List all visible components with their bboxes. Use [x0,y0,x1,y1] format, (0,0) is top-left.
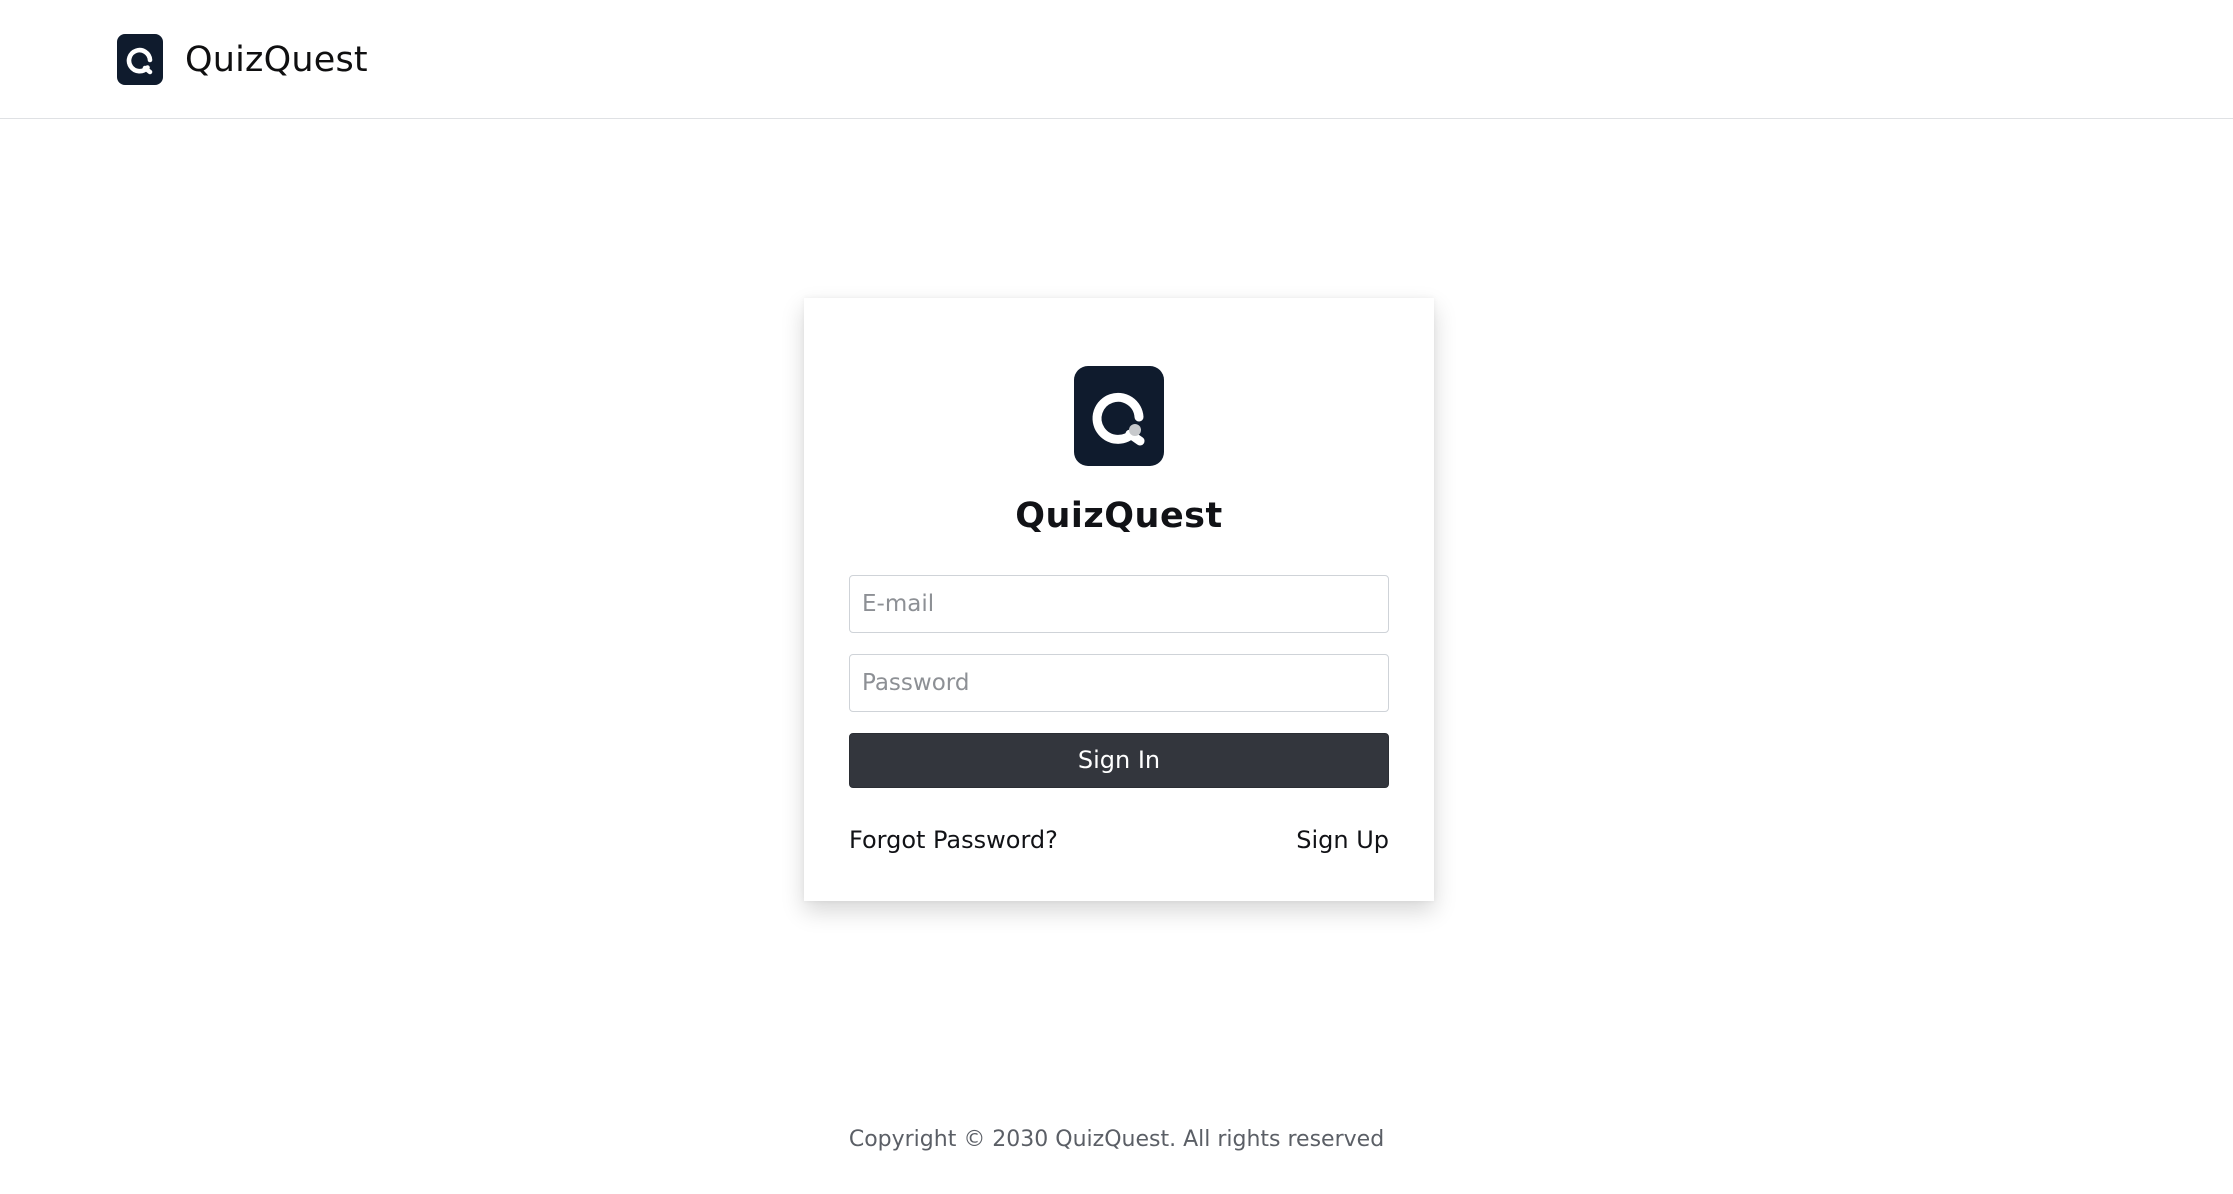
brand-name[interactable]: QuizQuest [185,37,368,83]
login-card: QuizQuest Sign In Forgot Password? Sign … [804,298,1434,901]
sign-up-link[interactable]: Sign Up [1296,824,1389,856]
email-field[interactable] [849,575,1389,633]
quizquest-logo-icon [1074,366,1164,466]
password-field[interactable] [849,654,1389,712]
sign-in-button[interactable]: Sign In [849,733,1389,788]
login-title: QuizQuest [1015,496,1223,536]
footer-copyright: Copyright © 2030 QuizQuest. All rights r… [848,1127,1385,1152]
top-navbar: QuizQuest [0,0,2233,119]
quizquest-logo-icon[interactable] [117,34,163,85]
forgot-password-link[interactable]: Forgot Password? [849,824,1058,856]
